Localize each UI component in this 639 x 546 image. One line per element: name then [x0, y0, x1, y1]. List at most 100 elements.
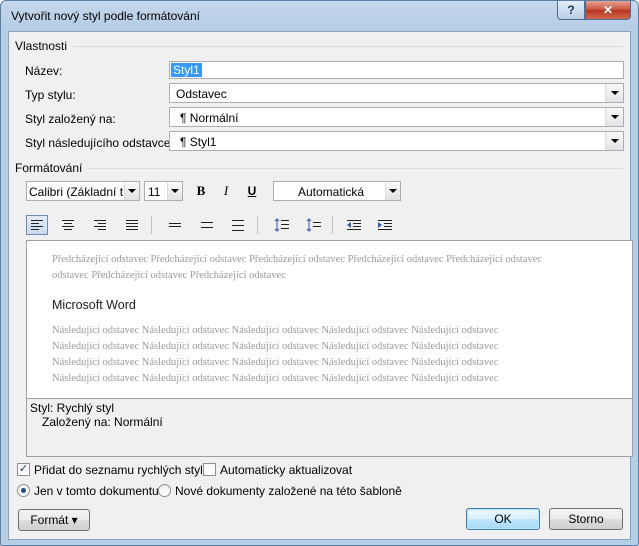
next-style-value: ¶ Styl1	[180, 135, 217, 149]
decrease-indent-button[interactable]	[343, 215, 365, 235]
line-spacing-one-half-icon	[201, 222, 213, 228]
font-size-value: 11	[148, 185, 161, 199]
chevron-down-icon	[610, 115, 619, 119]
properties-divider	[73, 46, 623, 47]
justify-button[interactable]	[121, 215, 143, 235]
style-description: Styl: Rychlý styl Založený na: Normální	[26, 399, 633, 457]
bold-icon: B	[196, 183, 206, 198]
description-line: Styl: Rychlý styl	[30, 401, 115, 415]
name-input-value: Styl1	[171, 63, 202, 77]
formatting-section-label: Formátování	[15, 161, 83, 175]
preview-previous-line: odstavec Předcházející odstavec Předcház…	[52, 270, 286, 281]
line-spacing-double-icon	[232, 220, 244, 231]
align-center-icon	[62, 220, 74, 230]
based-on-select[interactable]: ¶ Normální	[169, 107, 624, 127]
underline-button[interactable]: U	[241, 181, 263, 201]
toolbar-separator	[332, 216, 333, 234]
close-icon: ✕	[602, 3, 614, 17]
add-to-quick-styles-checkbox[interactable]: ✓	[17, 463, 30, 476]
title-bar: Vytvořit nový styl podle formátování ? ✕	[1, 1, 638, 31]
auto-update-checkbox[interactable]	[203, 463, 216, 476]
font-color-value: Automatická	[298, 185, 365, 199]
font-color-select[interactable]: Automatická	[273, 181, 401, 201]
next-style-label: Styl následujícího odstavce:	[25, 136, 174, 150]
chevron-down-icon	[389, 189, 397, 193]
increase-indent-button[interactable]	[374, 215, 396, 235]
increase-paragraph-spacing-icon	[274, 218, 289, 232]
radio-selected-dot	[21, 488, 26, 493]
bold-button[interactable]: B	[190, 181, 212, 201]
space-after-button[interactable]	[303, 215, 325, 235]
font-select[interactable]: Calibri (Základní tex	[26, 181, 140, 201]
description-line: Založený na: Normální	[42, 415, 163, 429]
align-left-icon	[31, 220, 43, 230]
cancel-button-label: Storno	[568, 512, 604, 526]
cancel-button[interactable]: Storno	[549, 508, 623, 530]
toolbar-separator	[151, 216, 152, 234]
only-this-document-label: Jen v tomto dokumentu	[34, 484, 159, 498]
auto-update-label: Automaticky aktualizovat	[220, 463, 353, 477]
font-value: Calibri (Základní tex	[29, 185, 123, 199]
single-spacing-button[interactable]	[164, 215, 186, 235]
preview-following-line: Následující odstavec Následující odstave…	[52, 373, 499, 384]
add-to-quick-styles-label: Přidat do seznamu rychlých stylů	[34, 463, 210, 477]
ok-button[interactable]: OK	[466, 508, 540, 530]
next-style-dropdown-arrow[interactable]	[605, 132, 623, 150]
chevron-down-icon	[171, 189, 179, 193]
based-on-value: ¶ Normální	[180, 111, 239, 125]
align-right-button[interactable]	[89, 215, 111, 235]
preview-previous-line: Předcházející odstavec Předcházející ods…	[52, 254, 543, 265]
preview-following-line: Následující odstavec Následující odstave…	[52, 325, 499, 336]
chevron-down-icon	[610, 91, 619, 95]
help-button[interactable]: ?	[557, 1, 585, 20]
align-right-icon	[94, 220, 106, 230]
font-color-dropdown-arrow[interactable]	[385, 182, 400, 200]
toolbar-separator	[257, 216, 258, 234]
style-type-select[interactable]: Odstavec	[169, 83, 624, 103]
justify-icon	[126, 220, 138, 230]
next-style-select[interactable]: ¶ Styl1	[169, 131, 624, 151]
ok-button-label: OK	[494, 512, 512, 526]
style-type-dropdown-arrow[interactable]	[605, 84, 623, 102]
space-before-button[interactable]	[271, 215, 293, 235]
preview-sample-text: Microsoft Word	[52, 298, 136, 312]
based-on-label: Styl založený na:	[25, 112, 116, 126]
indent-icon	[378, 220, 392, 230]
window-title: Vytvořit nový styl podle formátování	[11, 9, 200, 23]
align-left-button[interactable]	[26, 215, 48, 235]
font-dropdown-arrow[interactable]	[124, 182, 139, 200]
italic-button[interactable]: I	[215, 181, 237, 201]
new-documents-radio[interactable]	[158, 484, 171, 497]
help-icon: ?	[567, 3, 575, 17]
line-spacing-single-icon	[169, 223, 181, 227]
style-type-label: Typ stylu:	[25, 88, 76, 102]
close-button[interactable]: ✕	[585, 1, 631, 20]
name-label: Název:	[25, 64, 63, 78]
double-spacing-button[interactable]	[227, 215, 249, 235]
based-on-dropdown-arrow[interactable]	[605, 108, 623, 126]
name-input[interactable]: Styl1	[169, 61, 624, 79]
new-documents-label: Nové dokumenty založené na této šabloně	[175, 484, 402, 498]
checkmark-icon: ✓	[18, 463, 29, 475]
preview-following-line: Následující odstavec Následující odstave…	[52, 341, 499, 352]
decrease-paragraph-spacing-icon	[306, 218, 321, 232]
format-button[interactable]: Formát ▾	[18, 509, 90, 531]
underline-icon: U	[247, 184, 257, 198]
style-type-value: Odstavec	[176, 87, 227, 101]
align-center-button[interactable]	[57, 215, 79, 235]
format-button-label: Formát ▾	[30, 513, 78, 527]
outdent-icon	[347, 220, 361, 230]
style-preview: Předcházející odstavec Předcházející ods…	[26, 240, 633, 399]
preview-following-line: Následující odstavec Následující odstave…	[52, 357, 499, 368]
properties-section-label: Vlastnosti	[15, 39, 68, 53]
font-size-select[interactable]: 11	[144, 181, 183, 201]
font-size-dropdown-arrow[interactable]	[167, 182, 182, 200]
formatting-divider	[87, 168, 623, 169]
one-half-spacing-button[interactable]	[196, 215, 218, 235]
only-this-document-radio[interactable]	[17, 484, 30, 497]
italic-icon: I	[223, 183, 229, 198]
dialog-window: Vytvořit nový styl podle formátování ? ✕…	[0, 0, 639, 546]
chevron-down-icon	[610, 139, 619, 143]
dialog-body: Vlastnosti Název: Styl1 Typ stylu: Odsta…	[8, 31, 633, 540]
chevron-down-icon	[128, 189, 136, 193]
